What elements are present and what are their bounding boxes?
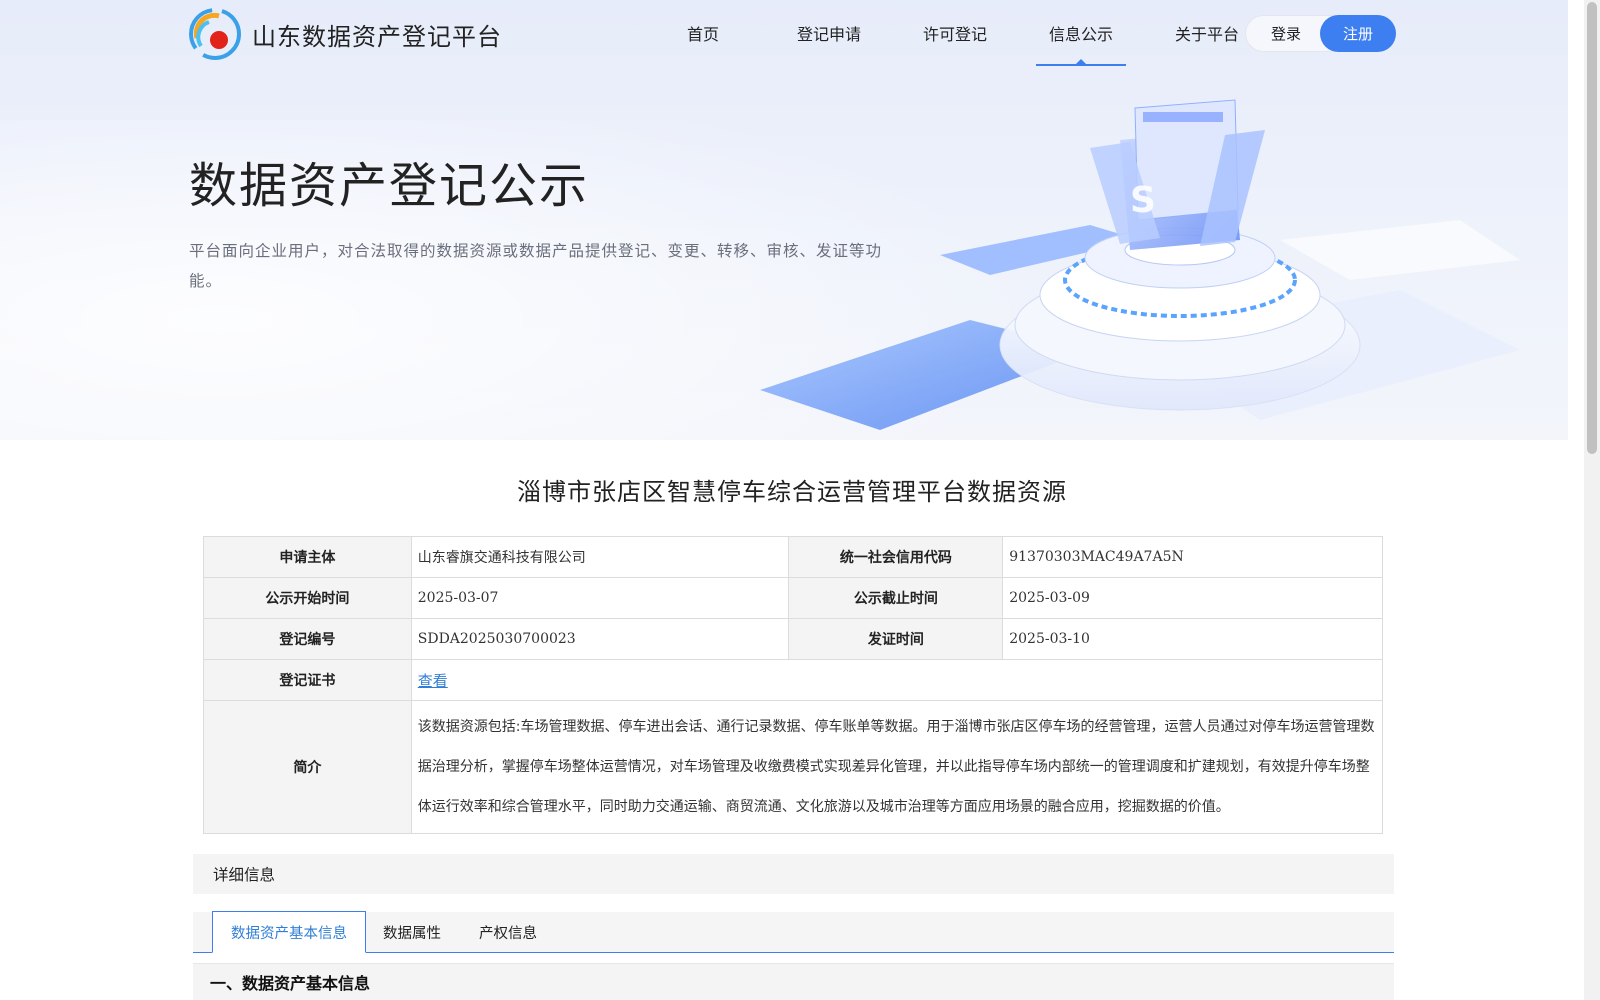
record-info-table: 申请主体 山东睿旗交通科技有限公司 统一社会信用代码 91370303MAC49… <box>203 536 1384 834</box>
view-certificate-link[interactable]: 查看 <box>418 672 448 690</box>
site-title[interactable]: 山东数据资产登记平台 <box>252 17 502 52</box>
reg-no-label: 登记编号 <box>203 618 412 660</box>
tab-data-attributes[interactable]: 数据属性 <box>366 912 458 953</box>
table-row: 公示开始时间 2025-03-07 公示截止时间 2025-03-09 <box>203 577 1383 619</box>
platform-logo-icon[interactable] <box>189 8 241 60</box>
record-title: 淄博市张店区智慧停车综合运营管理平台数据资源 <box>517 478 1067 506</box>
table-row: 申请主体 山东睿旗交通科技有限公司 统一社会信用代码 91370303MAC49… <box>203 536 1383 578</box>
login-button[interactable]: 登录 <box>1246 16 1326 51</box>
start-date-value: 2025-03-07 <box>410 577 790 619</box>
nav-registration-apply[interactable]: 登记申请 <box>766 0 892 66</box>
end-date-label: 公示截止时间 <box>788 577 1004 619</box>
applicant-value: 山东睿旗交通科技有限公司 <box>410 536 790 578</box>
certificate-label: 登记证书 <box>203 659 412 701</box>
table-row: 简介 该数据资源包括:车场管理数据、停车进出会话、通行记录数据、停车账单等数据。… <box>203 700 1384 834</box>
nav-home[interactable]: 首页 <box>640 0 766 66</box>
detail-tabs: 数据资产基本信息 数据属性 产权信息 <box>193 911 1394 953</box>
top-header: 山东数据资产登记平台 首页 登记申请 许可登记 信息公示 关于平台 登录 注册 <box>0 0 1568 66</box>
nav-license-registration[interactable]: 许可登记 <box>892 0 1018 66</box>
hero-title: 数据资产登记公示 <box>189 158 590 214</box>
credit-code-value: 91370303MAC49A7A5N <box>1002 536 1383 578</box>
start-date-label: 公示开始时间 <box>203 577 412 619</box>
certificate-cell: 查看 <box>410 659 1384 701</box>
tab-property-rights[interactable]: 产权信息 <box>458 912 558 953</box>
table-row: 登记编号 SDDA2025030700023 发证时间 2025-03-10 <box>203 618 1383 660</box>
auth-group: 登录 注册 <box>1245 15 1396 52</box>
scrollbar-thumb[interactable] <box>1587 2 1597 454</box>
main-nav: 首页 登记申请 许可登记 信息公示 关于平台 <box>640 0 1270 66</box>
section-heading: 一、数据资产基本信息 <box>193 963 1394 1000</box>
issue-date-value: 2025-03-10 <box>1002 618 1383 660</box>
detail-info-bar: 详细信息 <box>193 854 1394 894</box>
table-row: 登记证书 查看 <box>203 659 1384 701</box>
register-button[interactable]: 注册 <box>1320 15 1396 52</box>
intro-text: 该数据资源包括:车场管理数据、停车进出会话、通行记录数据、停车账单等数据。用于淄… <box>410 700 1384 834</box>
end-date-value: 2025-03-09 <box>1002 577 1383 619</box>
hero-banner: S <box>0 0 1568 440</box>
nav-info-disclosure[interactable]: 信息公示 <box>1018 0 1144 66</box>
reg-no-value: SDDA2025030700023 <box>410 618 790 660</box>
tab-basic-info[interactable]: 数据资产基本信息 <box>212 911 366 953</box>
intro-label: 简介 <box>203 700 412 834</box>
svg-text:S: S <box>1130 180 1156 221</box>
hero-description: 平台面向企业用户，对合法取得的数据资源或数据产品提供登记、变更、转移、审核、发证… <box>189 242 883 290</box>
credit-code-label: 统一社会信用代码 <box>788 536 1004 578</box>
issue-date-label: 发证时间 <box>788 618 1004 660</box>
applicant-label: 申请主体 <box>203 536 412 578</box>
